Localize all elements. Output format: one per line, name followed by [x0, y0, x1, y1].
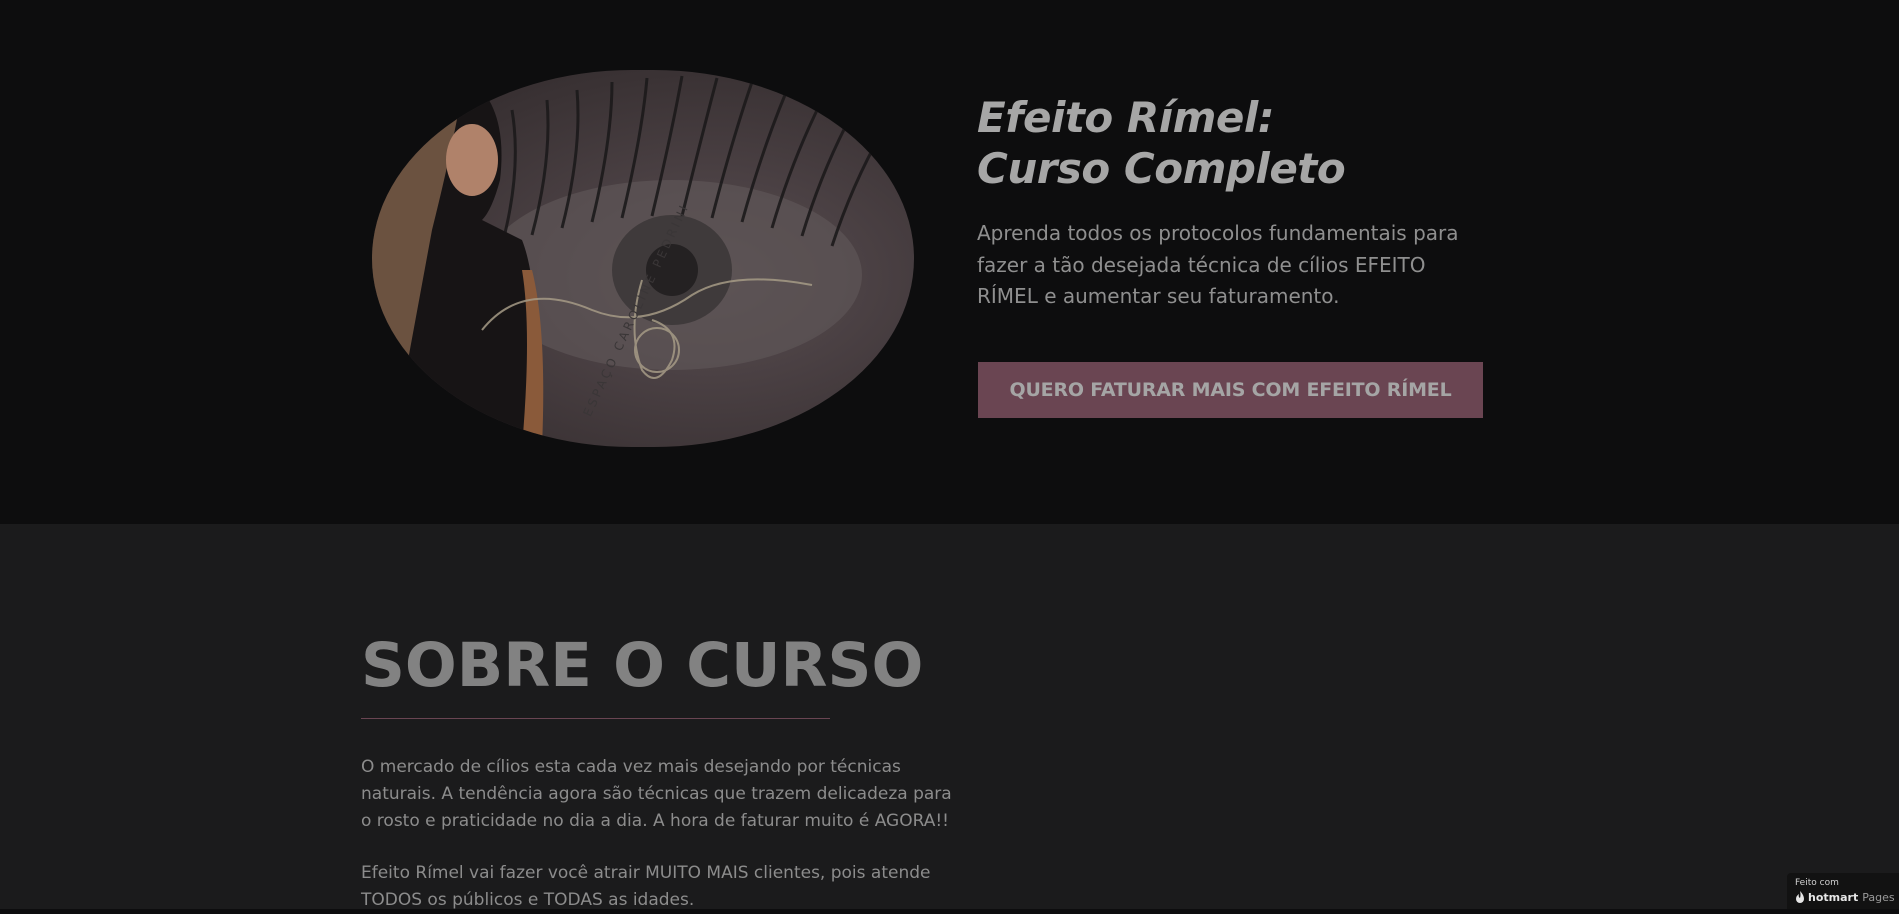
hero-title: Efeito Rímel: Curso Completo: [977, 92, 1346, 194]
about-paragraph-1: O mercado de cílios esta cada vez mais d…: [361, 757, 952, 831]
badge-brand: hotmart: [1808, 891, 1859, 904]
about-paragraph-2: Efeito Rímel vai fazer você atrair MUITO…: [361, 863, 931, 910]
hero-title-line2: Curso Completo: [977, 144, 1346, 193]
badge-pages: Pages: [1862, 891, 1895, 904]
about-divider: [361, 718, 830, 719]
hero-title-line1: Efeito Rímel:: [977, 93, 1275, 142]
hero-illustration: ESPAÇO CAROLINE PEDRINI: [372, 75, 884, 447]
about-title: SOBRE O CURSO: [361, 630, 924, 701]
badge-bottom: hotmart Pages: [1795, 891, 1895, 904]
hotmart-flame-icon: [1796, 891, 1804, 903]
hotmart-badge[interactable]: Feito com hotmart Pages: [1787, 873, 1899, 909]
hero-description: Aprenda todos os protocolos fundamentais…: [977, 221, 1459, 308]
badge-top-text: Feito com: [1795, 878, 1839, 888]
woman-figure: [372, 83, 544, 447]
cta-button[interactable]: QUERO FATURAR MAIS COM EFEITO RÍMEL: [978, 362, 1483, 418]
hero-section: ESPAÇO CAROLINE PEDRINI Efeito Rímel: Cu…: [0, 0, 1899, 524]
about-section: SOBRE O CURSO O mercado de cílios esta c…: [0, 524, 1899, 910]
hero-image: ESPAÇO CAROLINE PEDRINI: [372, 70, 914, 447]
